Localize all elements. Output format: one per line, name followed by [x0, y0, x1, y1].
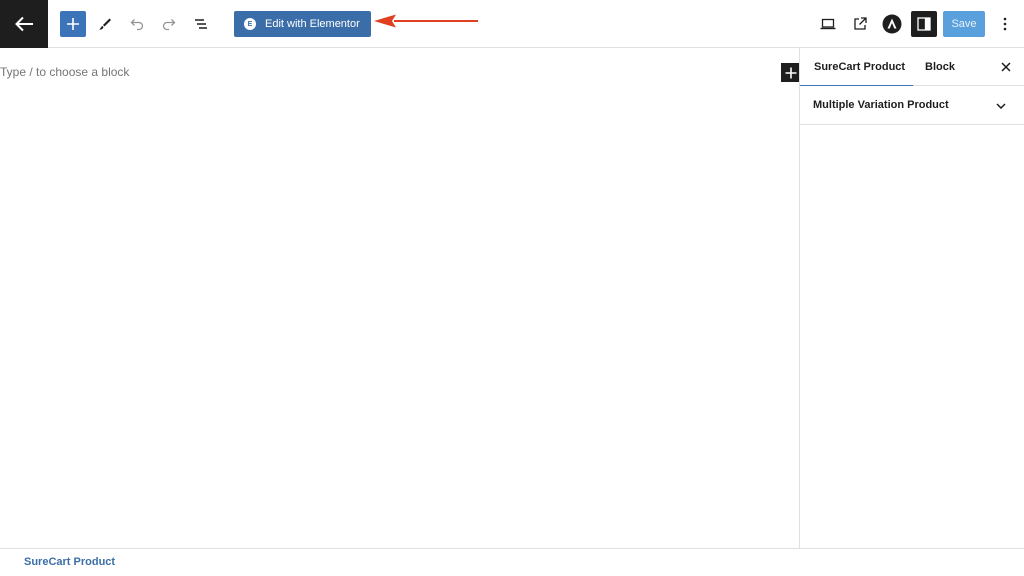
editor-canvas[interactable]: Type / to choose a block — [0, 48, 800, 548]
sidebar-tabs: SureCart Product Block — [800, 48, 1024, 86]
edit-with-elementor-label: Edit with Elementor — [265, 18, 360, 30]
multiple-variation-product-panel[interactable]: Multiple Variation Product — [800, 86, 1024, 125]
block-inserter-button[interactable] — [60, 11, 86, 37]
settings-sidebar: SureCart Product Block Multiple Variatio… — [799, 48, 1024, 548]
back-button[interactable] — [0, 0, 48, 48]
redo-button[interactable] — [156, 11, 182, 37]
preview-button[interactable] — [815, 11, 841, 37]
editor-header: E Edit with Elementor Save — [0, 0, 1024, 48]
save-button[interactable]: Save — [943, 11, 985, 37]
plus-icon — [67, 18, 79, 30]
options-button[interactable] — [992, 11, 1018, 37]
tab-block[interactable]: Block — [913, 48, 965, 86]
add-block-button[interactable] — [781, 63, 800, 82]
block-placeholder[interactable]: Type / to choose a block — [0, 65, 129, 79]
list-view-button[interactable] — [188, 11, 214, 37]
undo-icon — [130, 19, 144, 31]
undo-button[interactable] — [124, 11, 150, 37]
elementor-logo-icon: E — [244, 18, 256, 30]
edit-with-elementor-button[interactable]: E Edit with Elementor — [234, 11, 371, 37]
external-link-icon — [854, 17, 867, 30]
close-icon — [1001, 62, 1011, 72]
close-sidebar-button[interactable] — [996, 57, 1016, 77]
chevron-down-icon — [995, 100, 1007, 112]
list-view-icon — [195, 19, 207, 29]
arrow-left-icon — [15, 16, 33, 32]
settings-sidebar-toggle[interactable] — [911, 11, 937, 37]
astra-logo-icon — [882, 14, 902, 34]
annotation-arrow-icon — [374, 14, 478, 28]
kebab-menu-icon — [1003, 17, 1007, 31]
astra-settings-button[interactable] — [879, 11, 905, 37]
editor-footer: SureCart Product — [0, 548, 1024, 576]
tools-button[interactable] — [92, 11, 118, 37]
panel-title: Multiple Variation Product — [813, 99, 949, 111]
breadcrumb[interactable]: SureCart Product — [24, 556, 115, 568]
laptop-icon — [820, 18, 836, 30]
tab-surecart-product[interactable]: SureCart Product — [800, 48, 913, 86]
sidebar-toggle-icon — [917, 17, 931, 31]
view-post-button[interactable] — [847, 11, 873, 37]
redo-icon — [162, 19, 176, 31]
plus-icon — [785, 67, 796, 78]
brush-icon — [99, 18, 111, 30]
